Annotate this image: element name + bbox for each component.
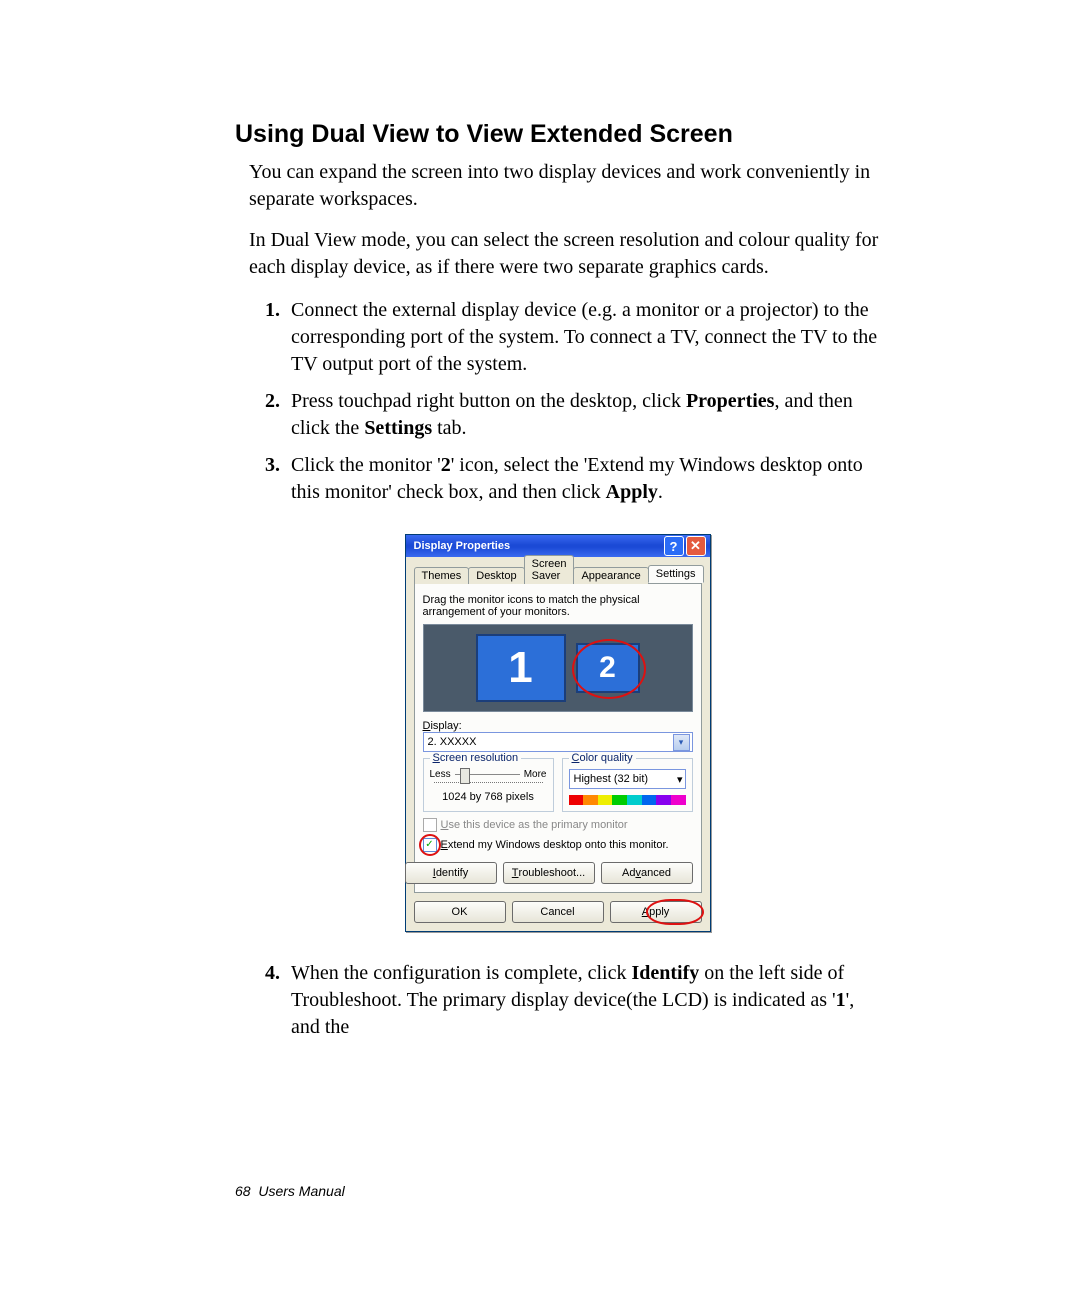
step-3-text: Click the monitor ' bbox=[291, 454, 441, 476]
step-4: When the configuration is complete, clic… bbox=[285, 960, 880, 1041]
display-select-value: 2. XXXXX bbox=[428, 736, 477, 748]
slider-less-label: Less bbox=[430, 769, 451, 780]
step-1: Connect the external display device (e.g… bbox=[285, 297, 880, 378]
primary-monitor-row: Use this device as the primary monitor bbox=[423, 818, 693, 832]
footer-label: Users Manual bbox=[258, 1183, 344, 1199]
close-button[interactable]: ✕ bbox=[686, 536, 706, 556]
resolution-value: 1024 by 768 pixels bbox=[430, 791, 547, 803]
step-4-one: 1 bbox=[836, 989, 846, 1011]
dialog-title: Display Properties bbox=[414, 540, 511, 552]
screen-resolution-label: Screen resolution bbox=[430, 752, 522, 764]
page-footer: 68 Users Manual bbox=[235, 1183, 345, 1199]
intro-paragraph-1: You can expand the screen into two displ… bbox=[235, 159, 880, 213]
steps-list: Connect the external display device (e.g… bbox=[235, 297, 880, 506]
chevron-down-icon[interactable]: ▾ bbox=[677, 773, 683, 786]
monitor-2-icon[interactable]: 2 bbox=[576, 643, 640, 693]
display-select[interactable]: 2. XXXXX ▾ bbox=[423, 732, 693, 752]
step-2-text: Press touchpad right button on the deskt… bbox=[291, 390, 686, 412]
page-number: 68 bbox=[235, 1183, 251, 1199]
resolution-slider[interactable] bbox=[455, 770, 520, 780]
tab-appearance[interactable]: Appearance bbox=[573, 567, 648, 584]
display-label: Display: bbox=[423, 720, 693, 732]
settings-panel: Drag the monitor icons to match the phys… bbox=[414, 584, 702, 893]
troubleshoot-button[interactable]: Troubleshoot... bbox=[503, 862, 595, 884]
cancel-button[interactable]: Cancel bbox=[512, 901, 604, 923]
slider-more-label: More bbox=[524, 769, 547, 780]
steps-list-cont: When the configuration is complete, clic… bbox=[235, 960, 880, 1041]
step-2-properties: Properties bbox=[686, 390, 775, 412]
ok-button[interactable]: OK bbox=[414, 901, 506, 923]
color-quality-label: Color quality bbox=[569, 752, 636, 764]
identify-button[interactable]: Identify bbox=[405, 862, 497, 884]
step-3: Click the monitor '2' icon, select the '… bbox=[285, 452, 880, 506]
tab-themes[interactable]: Themes bbox=[414, 567, 470, 584]
extend-desktop-row[interactable]: ✓ Extend my Windows desktop onto this mo… bbox=[423, 838, 693, 852]
step-2: Press touchpad right button on the deskt… bbox=[285, 388, 880, 442]
advanced-button[interactable]: Advanced bbox=[601, 862, 693, 884]
intro-paragraph-2: In Dual View mode, you can select the sc… bbox=[235, 227, 880, 281]
color-quality-select[interactable]: Highest (32 bit) ▾ bbox=[569, 769, 686, 789]
color-quality-value: Highest (32 bit) bbox=[574, 773, 649, 785]
monitor-1-icon[interactable]: 1 bbox=[476, 634, 566, 702]
extend-desktop-label: Extend my Windows desktop onto this moni… bbox=[441, 839, 669, 851]
step-2-text3: tab. bbox=[432, 417, 466, 439]
tab-desktop[interactable]: Desktop bbox=[468, 567, 524, 584]
primary-monitor-label: Use this device as the primary monitor bbox=[441, 819, 628, 831]
chevron-down-icon[interactable]: ▾ bbox=[673, 734, 690, 751]
callout-circle-icon bbox=[572, 639, 646, 699]
callout-circle-icon bbox=[646, 899, 704, 925]
step-3-monitor-2: 2 bbox=[441, 454, 451, 476]
step-4-text: When the configuration is complete, clic… bbox=[291, 962, 631, 984]
monitor-arrangement[interactable]: 1 2 bbox=[423, 624, 693, 712]
drag-hint: Drag the monitor icons to match the phys… bbox=[423, 594, 693, 618]
step-4-identify: Identify bbox=[631, 962, 699, 984]
screen-resolution-group: Screen resolution Less More 1024 by 768 … bbox=[423, 758, 554, 812]
display-properties-dialog: Display Properties ? ✕ Themes Desktop Sc… bbox=[405, 534, 711, 932]
primary-monitor-checkbox bbox=[423, 818, 437, 832]
section-heading: Using Dual View to View Extended Screen bbox=[235, 120, 880, 149]
step-3-apply: Apply bbox=[606, 481, 658, 503]
step-2-settings: Settings bbox=[364, 417, 432, 439]
tabs: Themes Desktop Screen Saver Appearance S… bbox=[414, 563, 702, 584]
step-3-text3: . bbox=[658, 481, 663, 503]
slider-thumb[interactable] bbox=[460, 768, 470, 784]
callout-circle-icon bbox=[419, 834, 441, 856]
embedded-screenshot: Display Properties ? ✕ Themes Desktop Sc… bbox=[235, 534, 880, 932]
color-quality-group: Color quality Highest (32 bit) ▾ bbox=[562, 758, 693, 812]
tab-screen-saver[interactable]: Screen Saver bbox=[524, 555, 575, 584]
tab-settings[interactable]: Settings bbox=[648, 565, 704, 583]
help-button[interactable]: ? bbox=[664, 536, 684, 556]
color-spectrum-bar bbox=[569, 795, 686, 805]
dialog-titlebar[interactable]: Display Properties ? ✕ bbox=[406, 535, 710, 557]
